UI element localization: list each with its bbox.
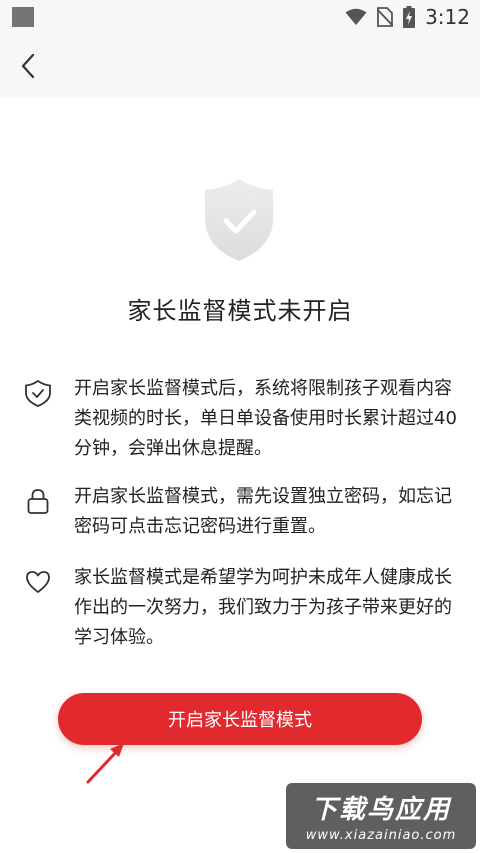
watermark-title: 下载鸟应用 <box>310 795 451 825</box>
chevron-left-icon <box>21 53 35 79</box>
info-text: 家长监督模式是希望学为呵护未成年人健康成长作出的一次努力，我们致力于为孩子带来更… <box>74 567 452 648</box>
status-icons: 3:12 <box>345 0 480 34</box>
top-bar <box>0 34 480 98</box>
info-item-mission: 家长监督模式是希望学为呵护未成年人健康成长作出的一次努力，我们致力于为孩子带来更… <box>24 563 464 649</box>
page-title: 家长监督模式未开启 <box>127 297 353 325</box>
lock-icon <box>27 489 49 514</box>
info-text: 开启家长监督模式后，系统将限制孩子观看内容类视频的时长，单日单设备使用时长累计超… <box>74 378 457 459</box>
no-sim-icon <box>377 7 394 27</box>
shield-check-icon <box>203 177 275 263</box>
wifi-icon <box>345 8 367 25</box>
watermark: 下载鸟应用 www.xiazainiao.com <box>286 783 476 849</box>
notification-square-icon <box>12 7 34 27</box>
battery-charging-icon <box>403 6 416 28</box>
heart-outline-icon <box>26 571 50 593</box>
status-time: 3:12 <box>425 5 470 29</box>
main-content: 家长监督模式未开启 开启家长监督模式后，系统将限制孩子观看内容类视频的时长，单日… <box>0 98 480 853</box>
back-button[interactable] <box>8 46 48 86</box>
status-bar: 3:12 <box>0 0 480 34</box>
info-text: 开启家长监督模式，需先设置独立密码，如忘记密码可点击忘记密码进行重置。 <box>74 486 452 537</box>
shield-check-outline-icon <box>25 379 51 407</box>
pointer-arrow-icon <box>86 743 124 784</box>
watermark-url: www.xiazainiao.com <box>305 828 457 843</box>
